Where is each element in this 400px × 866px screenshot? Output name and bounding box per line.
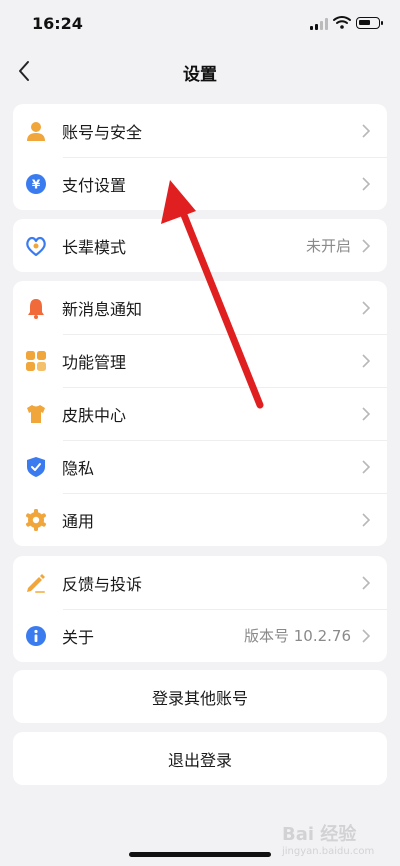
battery-icon xyxy=(356,17,383,29)
settings-item-label: 隐私 xyxy=(62,459,95,478)
settings-group-elder: 长辈模式 未开启 xyxy=(13,219,387,272)
settings-item-about[interactable]: 关于 版本号 10.2.76 xyxy=(13,609,387,662)
tshirt-icon xyxy=(27,405,45,423)
baidu-jingyan-watermark: Bai 经验 jingyan.baidu.com xyxy=(282,820,392,858)
settings-item-label: 账号与安全 xyxy=(62,123,143,142)
settings-item-notifications[interactable]: 新消息通知 xyxy=(13,281,387,334)
shield-icon xyxy=(27,457,45,477)
settings-item-label: 长辈模式 xyxy=(62,238,127,257)
chevron-right-icon xyxy=(362,301,370,315)
settings-item-label: 支付设置 xyxy=(62,176,127,195)
settings-item-label: 新消息通知 xyxy=(62,300,143,319)
login-other-account-button[interactable]: 登录其他账号 xyxy=(13,670,387,723)
bell-icon xyxy=(28,299,44,319)
settings-item-elder-mode[interactable]: 长辈模式 未开启 xyxy=(13,219,387,272)
settings-item-label: 关于 xyxy=(62,628,95,647)
home-indicator xyxy=(129,852,271,857)
logout-button[interactable]: 退出登录 xyxy=(13,732,387,785)
yuan-icon: ¥ xyxy=(26,174,46,194)
watermark-brand: Bai 经验 xyxy=(282,824,357,845)
pencil-icon xyxy=(27,574,45,593)
info-icon xyxy=(26,626,46,646)
settings-group-account: 账号与安全 ¥ 支付设置 xyxy=(13,104,387,210)
version-label: 版本号 10.2.76 xyxy=(243,627,351,645)
status-bar: 16:24 xyxy=(0,0,400,50)
settings-item-label: 功能管理 xyxy=(62,353,127,372)
settings-item-feedback[interactable]: 反馈与投诉 xyxy=(13,556,387,609)
chevron-right-icon xyxy=(362,513,370,527)
settings-item-skin-center[interactable]: 皮肤中心 xyxy=(13,387,387,440)
settings-item-payment-settings[interactable]: ¥ 支付设置 xyxy=(13,157,387,210)
elder-mode-status: 未开启 xyxy=(305,237,351,255)
settings-item-general[interactable]: 通用 xyxy=(13,493,387,546)
svg-text:¥: ¥ xyxy=(32,178,41,192)
signal-icon xyxy=(310,18,328,30)
chevron-right-icon xyxy=(362,177,370,191)
chevron-right-icon xyxy=(362,576,370,590)
chevron-right-icon xyxy=(362,407,370,421)
chevron-right-icon xyxy=(362,239,370,253)
wifi-icon xyxy=(333,16,351,29)
status-time: 16:24 xyxy=(32,14,83,33)
chevron-right-icon xyxy=(362,124,370,138)
page-title: 设置 xyxy=(183,65,217,85)
settings-item-label: 通用 xyxy=(62,512,95,531)
settings-item-feature-management[interactable]: 功能管理 xyxy=(13,334,387,387)
chevron-right-icon xyxy=(362,354,370,368)
settings-group-features: 新消息通知 功能管理 皮肤中心 隐私 通用 xyxy=(13,281,387,546)
chevron-right-icon xyxy=(362,629,370,643)
grid-icon xyxy=(26,351,46,371)
heart-icon xyxy=(26,236,46,257)
person-icon xyxy=(27,122,45,141)
nav-bar: 设置 xyxy=(0,50,400,94)
settings-item-label: 反馈与投诉 xyxy=(62,575,143,594)
logout-label: 退出登录 xyxy=(167,751,232,770)
settings-group-support: 反馈与投诉 关于 版本号 10.2.76 xyxy=(13,556,387,662)
watermark-url: jingyan.baidu.com xyxy=(282,846,375,857)
gear-icon xyxy=(26,509,46,531)
chevron-right-icon xyxy=(362,460,370,474)
settings-item-account-security[interactable]: 账号与安全 xyxy=(13,104,387,157)
settings-item-privacy[interactable]: 隐私 xyxy=(13,440,387,493)
settings-item-label: 皮肤中心 xyxy=(62,406,127,425)
login-other-account-label: 登录其他账号 xyxy=(151,689,248,708)
